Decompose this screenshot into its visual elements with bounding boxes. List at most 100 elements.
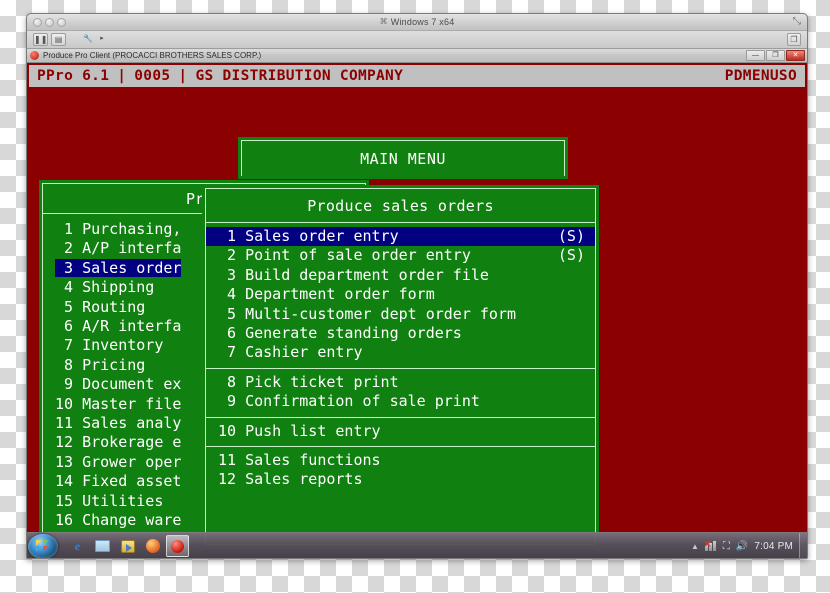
submenu-item[interactable]: 11 Sales functions: [206, 451, 595, 470]
windows-explorer-icon[interactable]: [91, 535, 114, 557]
submenu-item[interactable]: 1 Sales order entry (S): [206, 227, 595, 247]
app-minimize-button[interactable]: —: [746, 50, 765, 61]
parent-menu-item-number: 7: [64, 336, 74, 355]
submenu-item[interactable]: 8 Pick ticket print: [206, 373, 595, 392]
submenu-item-label: Sales functions: [236, 451, 381, 470]
parent-menu-item-label: Change ware: [73, 511, 182, 530]
parent-menu-item-number: 9: [64, 375, 74, 394]
action-center-icon[interactable]: ⛶: [723, 541, 730, 552]
snapshot-button[interactable]: ▤: [51, 33, 66, 46]
submenu-item[interactable]: 3 Build department order file: [206, 266, 595, 285]
main-menu-inner: MAIN MENU: [241, 140, 565, 176]
submenu-item-number: 3: [227, 265, 237, 284]
submenu-item[interactable]: 4 Department order form: [206, 285, 595, 304]
submenu-item-label: Push list entry: [236, 421, 381, 440]
parent-menu-item-content: 4 Shipping: [55, 278, 154, 296]
banner-separator-1: |: [117, 68, 127, 84]
submenu-item-tag: [585, 392, 595, 411]
parent-menu-item-label: Fixed asset: [73, 472, 182, 491]
parent-menu-item-number: 6: [64, 317, 74, 336]
media-player-icon[interactable]: [116, 535, 139, 557]
internet-explorer-icon[interactable]: e: [66, 535, 89, 557]
parent-menu-item-number: 15: [55, 491, 74, 510]
submenu-item-label: Sales order entry: [236, 227, 399, 245]
submenu-item-tag: [585, 373, 595, 392]
parent-menu-item-number: 13: [55, 452, 74, 471]
submenu-item[interactable]: 6 Generate standing orders: [206, 324, 595, 343]
parent-menu-item-label: A/R interfa: [73, 317, 182, 336]
submenu-item-label: Department order form: [236, 285, 435, 304]
submenu-item[interactable]: 10 Push list entry: [206, 422, 595, 441]
submenu-group: 8 Pick ticket print 9 Confirmation of sal…: [206, 367, 595, 417]
taskbar-clock[interactable]: 7:04 PM: [754, 541, 793, 552]
window-mode-button[interactable]: ❐: [787, 33, 801, 46]
parent-menu-item-number: 5: [64, 297, 74, 316]
show-desktop-button[interactable]: [799, 532, 807, 558]
submenu-group: 10 Push list entry: [206, 416, 595, 446]
tools-wrench-icon[interactable]: 🔧: [79, 33, 97, 46]
pause-vm-button[interactable]: ❚❚: [33, 33, 48, 46]
submenu-item-number: 4: [227, 285, 237, 304]
submenu-item-label: Build department order file: [236, 265, 489, 284]
main-menu-title: MAIN MENU: [360, 149, 446, 168]
produce-pro-client-window: Produce Pro Client (PROCACCI BROTHERS SA…: [27, 49, 807, 548]
show-hidden-icons-icon[interactable]: ▲: [691, 542, 699, 551]
parent-menu-item-number: 8: [64, 355, 74, 374]
banner-session-number: 0005: [134, 68, 171, 84]
parent-menu-item-label: Shipping: [73, 278, 155, 297]
submenu-item[interactable]: 7 Cashier entry: [206, 343, 595, 362]
parent-menu-item-label: Routing: [73, 297, 146, 316]
submenu-inner: Produce sales orders 1 Sales order entry…: [205, 188, 596, 545]
virtual-machine-window: ⌘ Windows 7 x64 ⤢ ❚❚ ▤ 🔧 ▸ ❐ Produce Pro …: [26, 13, 808, 559]
app-titlebar: Produce Pro Client (PROCACCI BROTHERS SA…: [27, 49, 807, 63]
host-toolbar: ❚❚ ▤ 🔧 ▸ ❐: [27, 31, 807, 49]
parent-menu-item-content: 10 Master file: [55, 395, 181, 413]
submenu-item[interactable]: 9 Confirmation of sale print: [206, 392, 595, 411]
parent-menu-item-number: 14: [55, 472, 74, 491]
app-maximize-button[interactable]: ❐: [766, 50, 785, 61]
parent-menu-item-label: Utilities: [73, 491, 164, 510]
app-close-button[interactable]: ✕: [786, 50, 805, 61]
banner-program-id: PDMENUSO: [724, 68, 797, 84]
parent-menu-item-content: 7 Inventory: [55, 336, 163, 354]
banner-separator-2: |: [178, 68, 188, 84]
banner-company-name: GS DISTRIBUTION COMPANY: [195, 68, 404, 84]
start-button-icon[interactable]: [28, 533, 58, 558]
volume-icon[interactable]: 🔊: [736, 541, 748, 552]
parent-menu-item-label: Inventory: [73, 336, 164, 355]
parent-menu-item-content: 12 Brokerage e: [55, 433, 181, 451]
submenu-panel: Produce sales orders 1 Sales order entry…: [202, 185, 599, 548]
host-titlebar: ⌘ Windows 7 x64 ⤢: [27, 14, 807, 31]
app-icon: [30, 51, 39, 60]
produce-pro-taskbar-icon[interactable]: [166, 535, 189, 557]
submenu-title: Produce sales orders: [206, 189, 595, 223]
parent-menu-item-number: 3: [64, 258, 74, 277]
submenu-item-number: 7: [227, 343, 237, 362]
parent-menu-item-label: Master file: [73, 394, 182, 413]
submenu-item-number: 9: [227, 392, 237, 411]
terminal-screen: PPro 6.1 | 0005 | GS DISTRIBUTION COMPAN…: [27, 63, 807, 548]
fullscreen-icon[interactable]: ⤢: [793, 16, 801, 27]
submenu-item-number: 5: [227, 304, 237, 323]
submenu-item[interactable]: 5 Multi-customer dept order form: [206, 305, 595, 324]
parent-menu-item-content: 9 Document ex: [55, 375, 181, 393]
submenu-item-label: Sales reports: [236, 470, 363, 489]
submenu-item[interactable]: 12 Sales reports: [206, 470, 595, 489]
parent-menu-item-label: A/P interfa: [73, 239, 182, 258]
submenu-item-number: 6: [227, 324, 237, 343]
submenu-item[interactable]: 2 Point of sale order entry (S): [206, 246, 595, 265]
parent-menu-item-number: 16: [55, 511, 74, 530]
submenu-item-label: Point of sale order entry: [236, 246, 471, 265]
submenu-item-number: 8: [227, 372, 237, 391]
status-banner: PPro 6.1 | 0005 | GS DISTRIBUTION COMPAN…: [29, 65, 805, 87]
network-icon[interactable]: [704, 539, 717, 551]
submenu-item-tag: [585, 422, 595, 441]
firefox-icon[interactable]: [141, 535, 164, 557]
banner-product: PPro 6.1: [37, 68, 110, 84]
submenu-item-tag: [585, 285, 595, 304]
tools-caret-icon[interactable]: ▸: [97, 33, 107, 46]
main-menu-panel: MAIN MENU: [238, 137, 568, 179]
parent-menu-item-number: 1: [64, 220, 74, 238]
parent-menu-item-content: 11 Sales analy: [55, 414, 181, 432]
parent-menu-item-content: 6 A/R interfa: [55, 317, 181, 335]
